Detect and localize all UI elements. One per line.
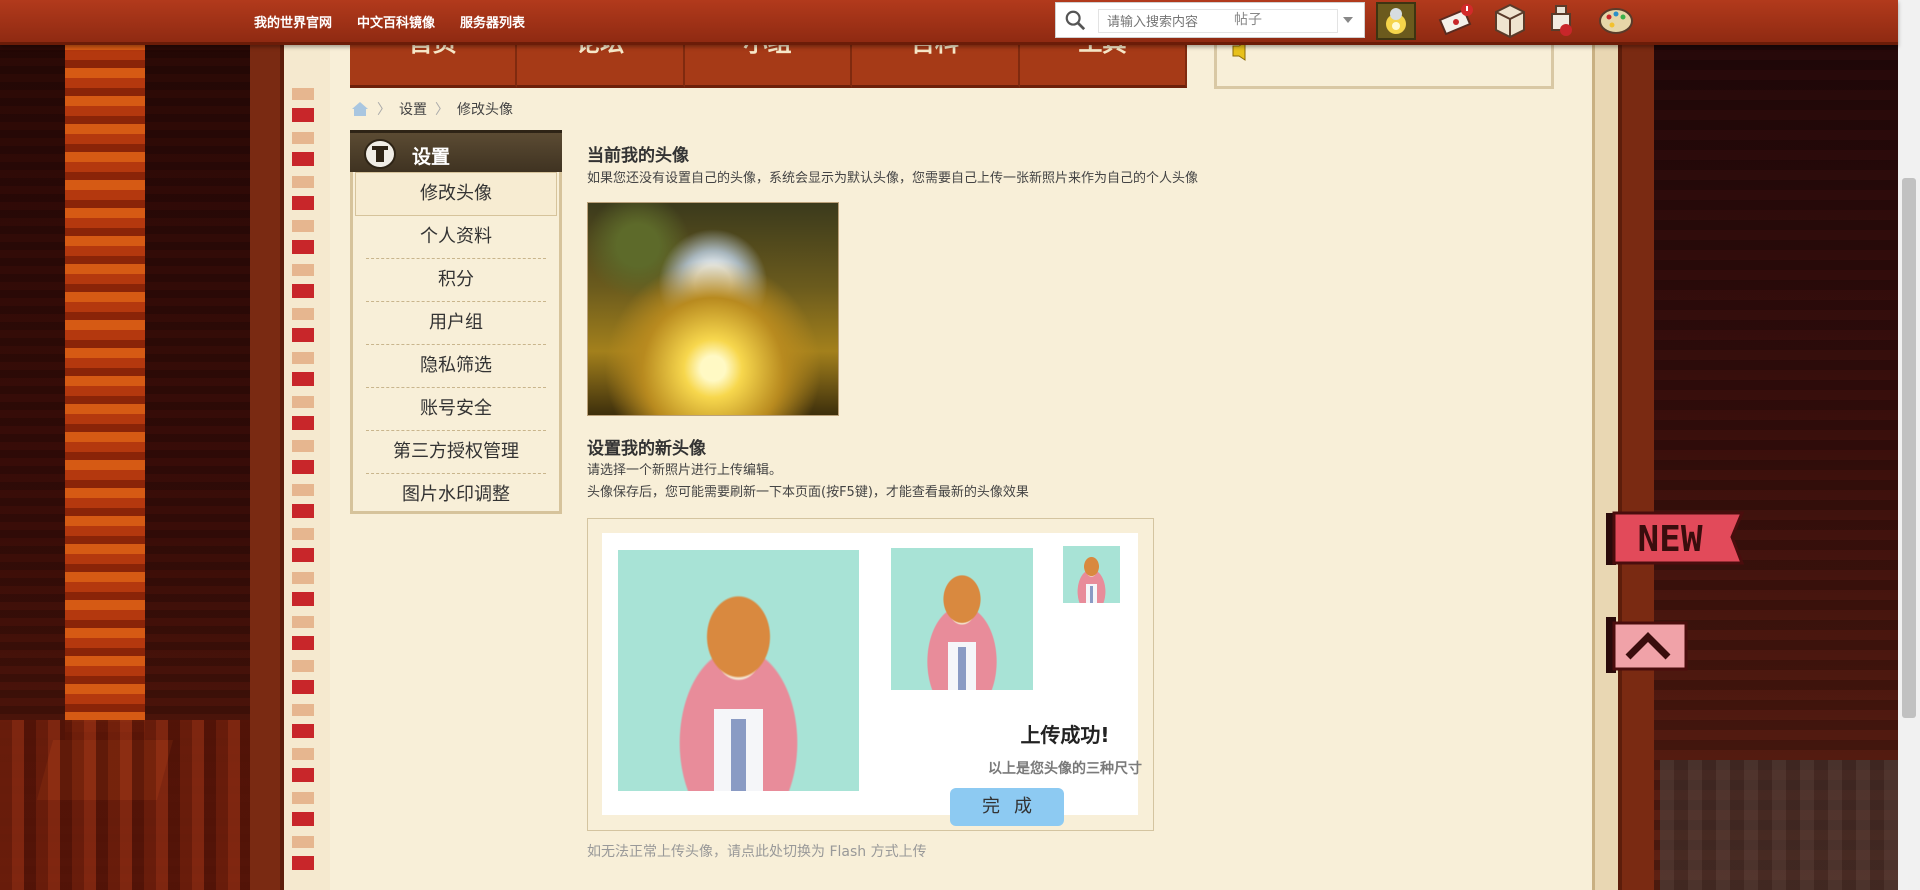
current-avatar-image	[587, 202, 839, 416]
menu-item-account-security[interactable]: 账号安全	[366, 388, 546, 431]
menu-item-third-party-auth[interactable]: 第三方授权管理	[366, 431, 546, 474]
avatar-preview-large	[618, 550, 859, 791]
search-type-select[interactable]: 帖子	[1230, 8, 1296, 32]
rock-decoration	[1660, 760, 1900, 890]
scrollbar-thumb[interactable]	[1902, 178, 1916, 718]
breadcrumb-separator: 〉	[377, 102, 391, 118]
flash-upload-link[interactable]: 如无法正常上传头像，请点此处切换为 Flash 方式上传	[587, 841, 927, 861]
menu-item-privacy[interactable]: 隐私筛选	[366, 345, 546, 388]
tab-groups[interactable]: 小组	[684, 42, 853, 88]
message-icon[interactable]	[1436, 2, 1476, 40]
tab-forum[interactable]: 论坛	[517, 42, 685, 88]
potion-icon[interactable]	[1542, 2, 1582, 40]
breadcrumb-current: 修改头像	[457, 102, 513, 118]
breadcrumb-settings[interactable]: 设置	[399, 99, 427, 119]
user-avatar-icon[interactable]	[1376, 2, 1416, 40]
lava-floor-decoration	[0, 720, 250, 890]
breadcrumb: 〉 设置 〉 修改头像	[351, 99, 513, 119]
upload-sizes-note: 以上是您头像的三种尺寸	[988, 761, 1142, 777]
menu-item-user-group[interactable]: 用户组	[366, 302, 546, 345]
tab-wiki[interactable]: 百科	[852, 42, 1020, 88]
book-frame-right-outer	[1618, 0, 1654, 890]
book-frame-right	[1592, 0, 1621, 890]
avatar-preview-small	[1063, 546, 1120, 603]
settings-menu-header: 设置	[350, 130, 562, 175]
new-badge-icon[interactable]: NEW	[1606, 507, 1746, 567]
lava-column-decoration	[65, 0, 145, 760]
tab-home[interactable]: 首页	[350, 42, 518, 88]
link-minecraft-official[interactable]: 我的世界官网	[254, 12, 332, 31]
palette-icon[interactable]	[1596, 2, 1636, 40]
top-links: 我的世界官网 中文百科镜像 服务器列表	[254, 12, 525, 31]
done-button[interactable]: 完成	[950, 788, 1064, 826]
current-avatar-title: 当前我的头像	[587, 146, 689, 166]
link-server-list[interactable]: 服务器列表	[460, 12, 525, 31]
link-wiki-mirror[interactable]: 中文百科镜像	[357, 12, 435, 31]
menu-item-points[interactable]: 积分	[366, 259, 546, 302]
main-nav: 首页 论坛 小组 百科 工具	[350, 42, 1188, 88]
rope-decoration	[292, 80, 314, 870]
new-avatar-title: 设置我的新头像	[587, 439, 706, 459]
breadcrumb-separator: 〉	[435, 102, 449, 118]
menu-item-watermark[interactable]: 图片水印调整	[366, 474, 546, 516]
avatar-upload-panel: 上传成功! 以上是您头像的三种尺寸 完成	[587, 518, 1154, 831]
search-icon[interactable]	[1064, 9, 1086, 31]
current-avatar-description: 如果您还没有设置自己的头像，系统会显示为默认头像，您需要自己上传一张新照片来作为…	[587, 171, 1199, 186]
settings-menu: 修改头像 个人资料 积分 用户组 隐私筛选 账号安全 第三方授权管理 图片水印调…	[350, 172, 562, 514]
new-avatar-refresh-note: 头像保存后，您可能需要刷新一下本页面(按F5键)，才能查看最新的头像效果	[587, 485, 1029, 500]
new-avatar-instruction: 请选择一个新照片进行上传编辑。	[587, 463, 783, 478]
top-bar: 我的世界官网 中文百科镜像 服务器列表 帖子	[0, 0, 1898, 45]
crate-icon[interactable]	[1490, 2, 1530, 40]
back-to-top-icon[interactable]	[1606, 615, 1688, 675]
tab-tools[interactable]: 工具	[1019, 42, 1188, 88]
notice-box	[1214, 42, 1554, 89]
chevron-down-icon[interactable]	[1343, 17, 1353, 23]
home-icon[interactable]	[351, 101, 369, 117]
settings-menu-title: 设置	[412, 146, 451, 168]
new-badge-label: NEW	[1637, 519, 1702, 560]
avatar-preview-area: 上传成功! 以上是您头像的三种尺寸 完成	[602, 533, 1142, 826]
speaker-icon	[1232, 42, 1246, 61]
upload-success-message: 上传成功!	[1020, 723, 1110, 747]
background-right	[1650, 0, 1920, 890]
search-box	[1055, 2, 1365, 38]
avatar-preview-medium	[891, 548, 1033, 690]
menu-item-change-avatar[interactable]: 修改头像	[355, 172, 557, 216]
settings-icon	[364, 139, 396, 169]
book-frame-left	[250, 0, 284, 890]
menu-item-profile[interactable]: 个人资料	[366, 216, 546, 259]
page-scrollbar[interactable]	[1898, 0, 1920, 890]
search-input[interactable]	[1098, 9, 1338, 33]
